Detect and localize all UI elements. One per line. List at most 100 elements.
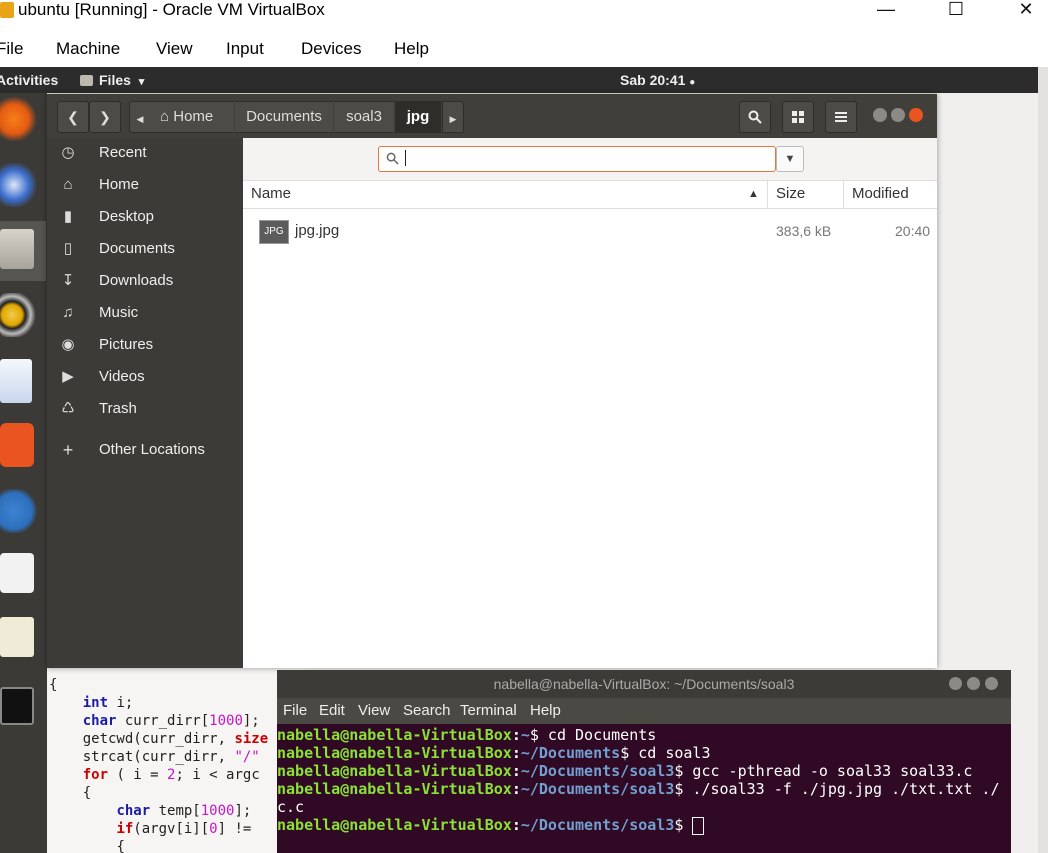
text-editor-icon[interactable] bbox=[0, 617, 34, 657]
sidebar-item-home[interactable]: ⌂ Home bbox=[47, 170, 243, 200]
sidebar-item-label: Desktop bbox=[99, 208, 155, 225]
close-button[interactable]: ✕ bbox=[1003, 0, 1048, 22]
sidebar-item-desktop[interactable]: ▮ Desktop bbox=[47, 202, 243, 232]
sidebar-item-label: Pictures bbox=[99, 336, 154, 353]
sidebar-item-pictures[interactable]: ◉ Pictures bbox=[47, 330, 243, 360]
thunderbird-icon[interactable] bbox=[0, 163, 38, 207]
clock[interactable]: Sab 20:41 ● bbox=[620, 67, 695, 96]
sidebar-item-documents[interactable]: ▯ Documents bbox=[47, 234, 243, 264]
search-input[interactable] bbox=[378, 146, 776, 172]
back-button[interactable]: ❮ bbox=[57, 101, 89, 133]
terminal-menubar: File Edit View Search Terminal Help bbox=[277, 698, 1011, 724]
sidebar-item-other-locations[interactable]: + Other Locations bbox=[47, 435, 243, 465]
desktop-edge bbox=[1038, 67, 1048, 853]
menu-button[interactable] bbox=[825, 101, 857, 133]
sidebar-item-label: Trash bbox=[99, 400, 137, 417]
window-minimize-icon[interactable] bbox=[949, 677, 962, 690]
sidebar-item-trash[interactable]: ♺ Trash bbox=[47, 394, 243, 424]
files-app-menu[interactable]: Files ▾ bbox=[80, 67, 144, 95]
menu-help[interactable]: Help bbox=[394, 36, 429, 62]
menu-input[interactable]: Input bbox=[226, 36, 264, 62]
file-view: ▼ Name ▲ Size Modified JPG jpg.jpg 383,6… bbox=[243, 138, 937, 668]
terminal-menu-view[interactable]: View bbox=[358, 698, 390, 724]
terminal-cursor bbox=[692, 816, 705, 835]
sidebar-item-label: Recent bbox=[99, 144, 147, 161]
terminal-prompt: nabella@nabella-VirtualBox:~/Documents/s… bbox=[277, 816, 705, 835]
file-modified: 20:40 bbox=[895, 223, 931, 239]
host-menubar: File Machine View Input Devices Help bbox=[0, 36, 1048, 62]
column-header-size[interactable]: Size bbox=[776, 180, 805, 208]
breadcrumb-scroll-left[interactable]: ◀ bbox=[129, 101, 151, 133]
column-header-modified[interactable]: Modified bbox=[852, 180, 909, 208]
terminal-line: nabella@nabella-VirtualBox:~/Documents/s… bbox=[277, 762, 973, 780]
help-icon[interactable] bbox=[0, 489, 38, 533]
rhythmbox-icon[interactable] bbox=[0, 293, 38, 337]
firefox-icon[interactable] bbox=[0, 97, 38, 141]
breadcrumb-jpg[interactable]: jpg bbox=[395, 101, 441, 133]
terminal-titlebar: nabella@nabella-VirtualBox: ~/Documents/… bbox=[277, 670, 1011, 698]
window-maximize-icon[interactable] bbox=[967, 677, 980, 690]
gnome-top-bar: Activities Files ▾ Sab 20:41 ● bbox=[0, 67, 1038, 93]
view-toggle-button[interactable] bbox=[782, 101, 814, 133]
software-center-icon[interactable] bbox=[0, 423, 34, 467]
terminal-menu-help[interactable]: Help bbox=[530, 698, 561, 724]
file-row[interactable]: JPG jpg.jpg 383,6 kB 20:40 bbox=[243, 214, 937, 248]
files-headerbar: ❮ ❯ ◀ ⌂ Home Documents soal3 jpg ▶ bbox=[47, 94, 937, 138]
sidebar-item-label: Home bbox=[99, 176, 140, 193]
forward-button[interactable]: ❯ bbox=[89, 101, 121, 133]
menu-view[interactable]: View bbox=[156, 36, 193, 62]
code-line: strcat(curr_dirr, "/" bbox=[82, 749, 260, 765]
grid-icon bbox=[792, 111, 804, 123]
files-app-label: Files bbox=[99, 72, 131, 88]
menu-file[interactable]: File bbox=[0, 36, 23, 62]
terminal-icon[interactable] bbox=[0, 687, 34, 725]
caret-left-icon: ◀ bbox=[136, 114, 144, 124]
hamburger-icon bbox=[835, 112, 847, 122]
files-icon[interactable] bbox=[0, 229, 34, 269]
search-button[interactable] bbox=[739, 101, 771, 133]
code-line: if(argv[i][0] != bbox=[116, 821, 252, 837]
terminal-window: nabella@nabella-VirtualBox: ~/Documents/… bbox=[277, 670, 1011, 853]
column-header-name[interactable]: Name bbox=[251, 180, 291, 208]
dock bbox=[0, 93, 47, 853]
window-close-icon[interactable] bbox=[985, 677, 998, 690]
window-title: ubuntu [Running] - Oracle VM VirtualBox bbox=[18, 0, 325, 19]
chevron-down-icon: ▾ bbox=[138, 76, 145, 88]
amazon-icon[interactable] bbox=[0, 553, 34, 593]
music-icon: ♫ bbox=[62, 304, 74, 321]
menu-devices[interactable]: Devices bbox=[301, 36, 361, 62]
code-line: { bbox=[82, 785, 92, 801]
chevron-down-icon: ▼ bbox=[784, 153, 796, 165]
breadcrumb-home[interactable]: ⌂ Home bbox=[150, 101, 234, 133]
breadcrumb-documents[interactable]: Documents bbox=[235, 101, 333, 133]
plus-icon: + bbox=[62, 440, 74, 460]
sidebar-item-music[interactable]: ♫ Music bbox=[47, 298, 243, 328]
breadcrumb-scroll-right[interactable]: ▶ bbox=[442, 101, 464, 133]
minimize-button[interactable]: — bbox=[863, 0, 909, 22]
sidebar-item-label: Music bbox=[99, 304, 139, 321]
sidebar-item-videos[interactable]: ▶ Videos bbox=[47, 362, 243, 392]
terminal-menu-file[interactable]: File bbox=[283, 698, 307, 724]
window-close-icon[interactable] bbox=[909, 108, 923, 122]
menu-machine[interactable]: Machine bbox=[56, 36, 120, 62]
terminal-menu-search[interactable]: Search bbox=[403, 698, 451, 724]
window-maximize-icon[interactable] bbox=[891, 108, 905, 122]
caret-right-icon: ▶ bbox=[449, 114, 457, 124]
sidebar-item-label: Downloads bbox=[99, 272, 174, 289]
folder-icon: ▮ bbox=[63, 208, 73, 225]
search-bar: ▼ bbox=[243, 138, 937, 181]
terminal-menu-edit[interactable]: Edit bbox=[319, 698, 345, 724]
search-options-dropdown[interactable]: ▼ bbox=[776, 146, 804, 172]
sidebar-item-recent[interactable]: ◷ Recent bbox=[47, 138, 243, 168]
chevron-left-icon: ❮ bbox=[67, 109, 79, 125]
maximize-button[interactable]: ☐ bbox=[933, 0, 979, 22]
places-sidebar: ◷ Recent ⌂ Home ▮ Desktop ▯ Documents ↧ … bbox=[47, 138, 243, 668]
breadcrumb-soal3[interactable]: soal3 bbox=[334, 101, 394, 133]
sidebar-item-downloads[interactable]: ↧ Downloads bbox=[47, 266, 243, 296]
writer-icon[interactable] bbox=[0, 359, 32, 403]
terminal-menu-terminal[interactable]: Terminal bbox=[460, 698, 517, 724]
window-minimize-icon[interactable] bbox=[873, 108, 887, 122]
host-title-bar: ubuntu [Running] - Oracle VM VirtualBox … bbox=[0, 0, 1048, 22]
code-line: char curr_dirr[1000]; bbox=[82, 713, 260, 729]
activities-button[interactable]: Activities bbox=[0, 67, 58, 93]
